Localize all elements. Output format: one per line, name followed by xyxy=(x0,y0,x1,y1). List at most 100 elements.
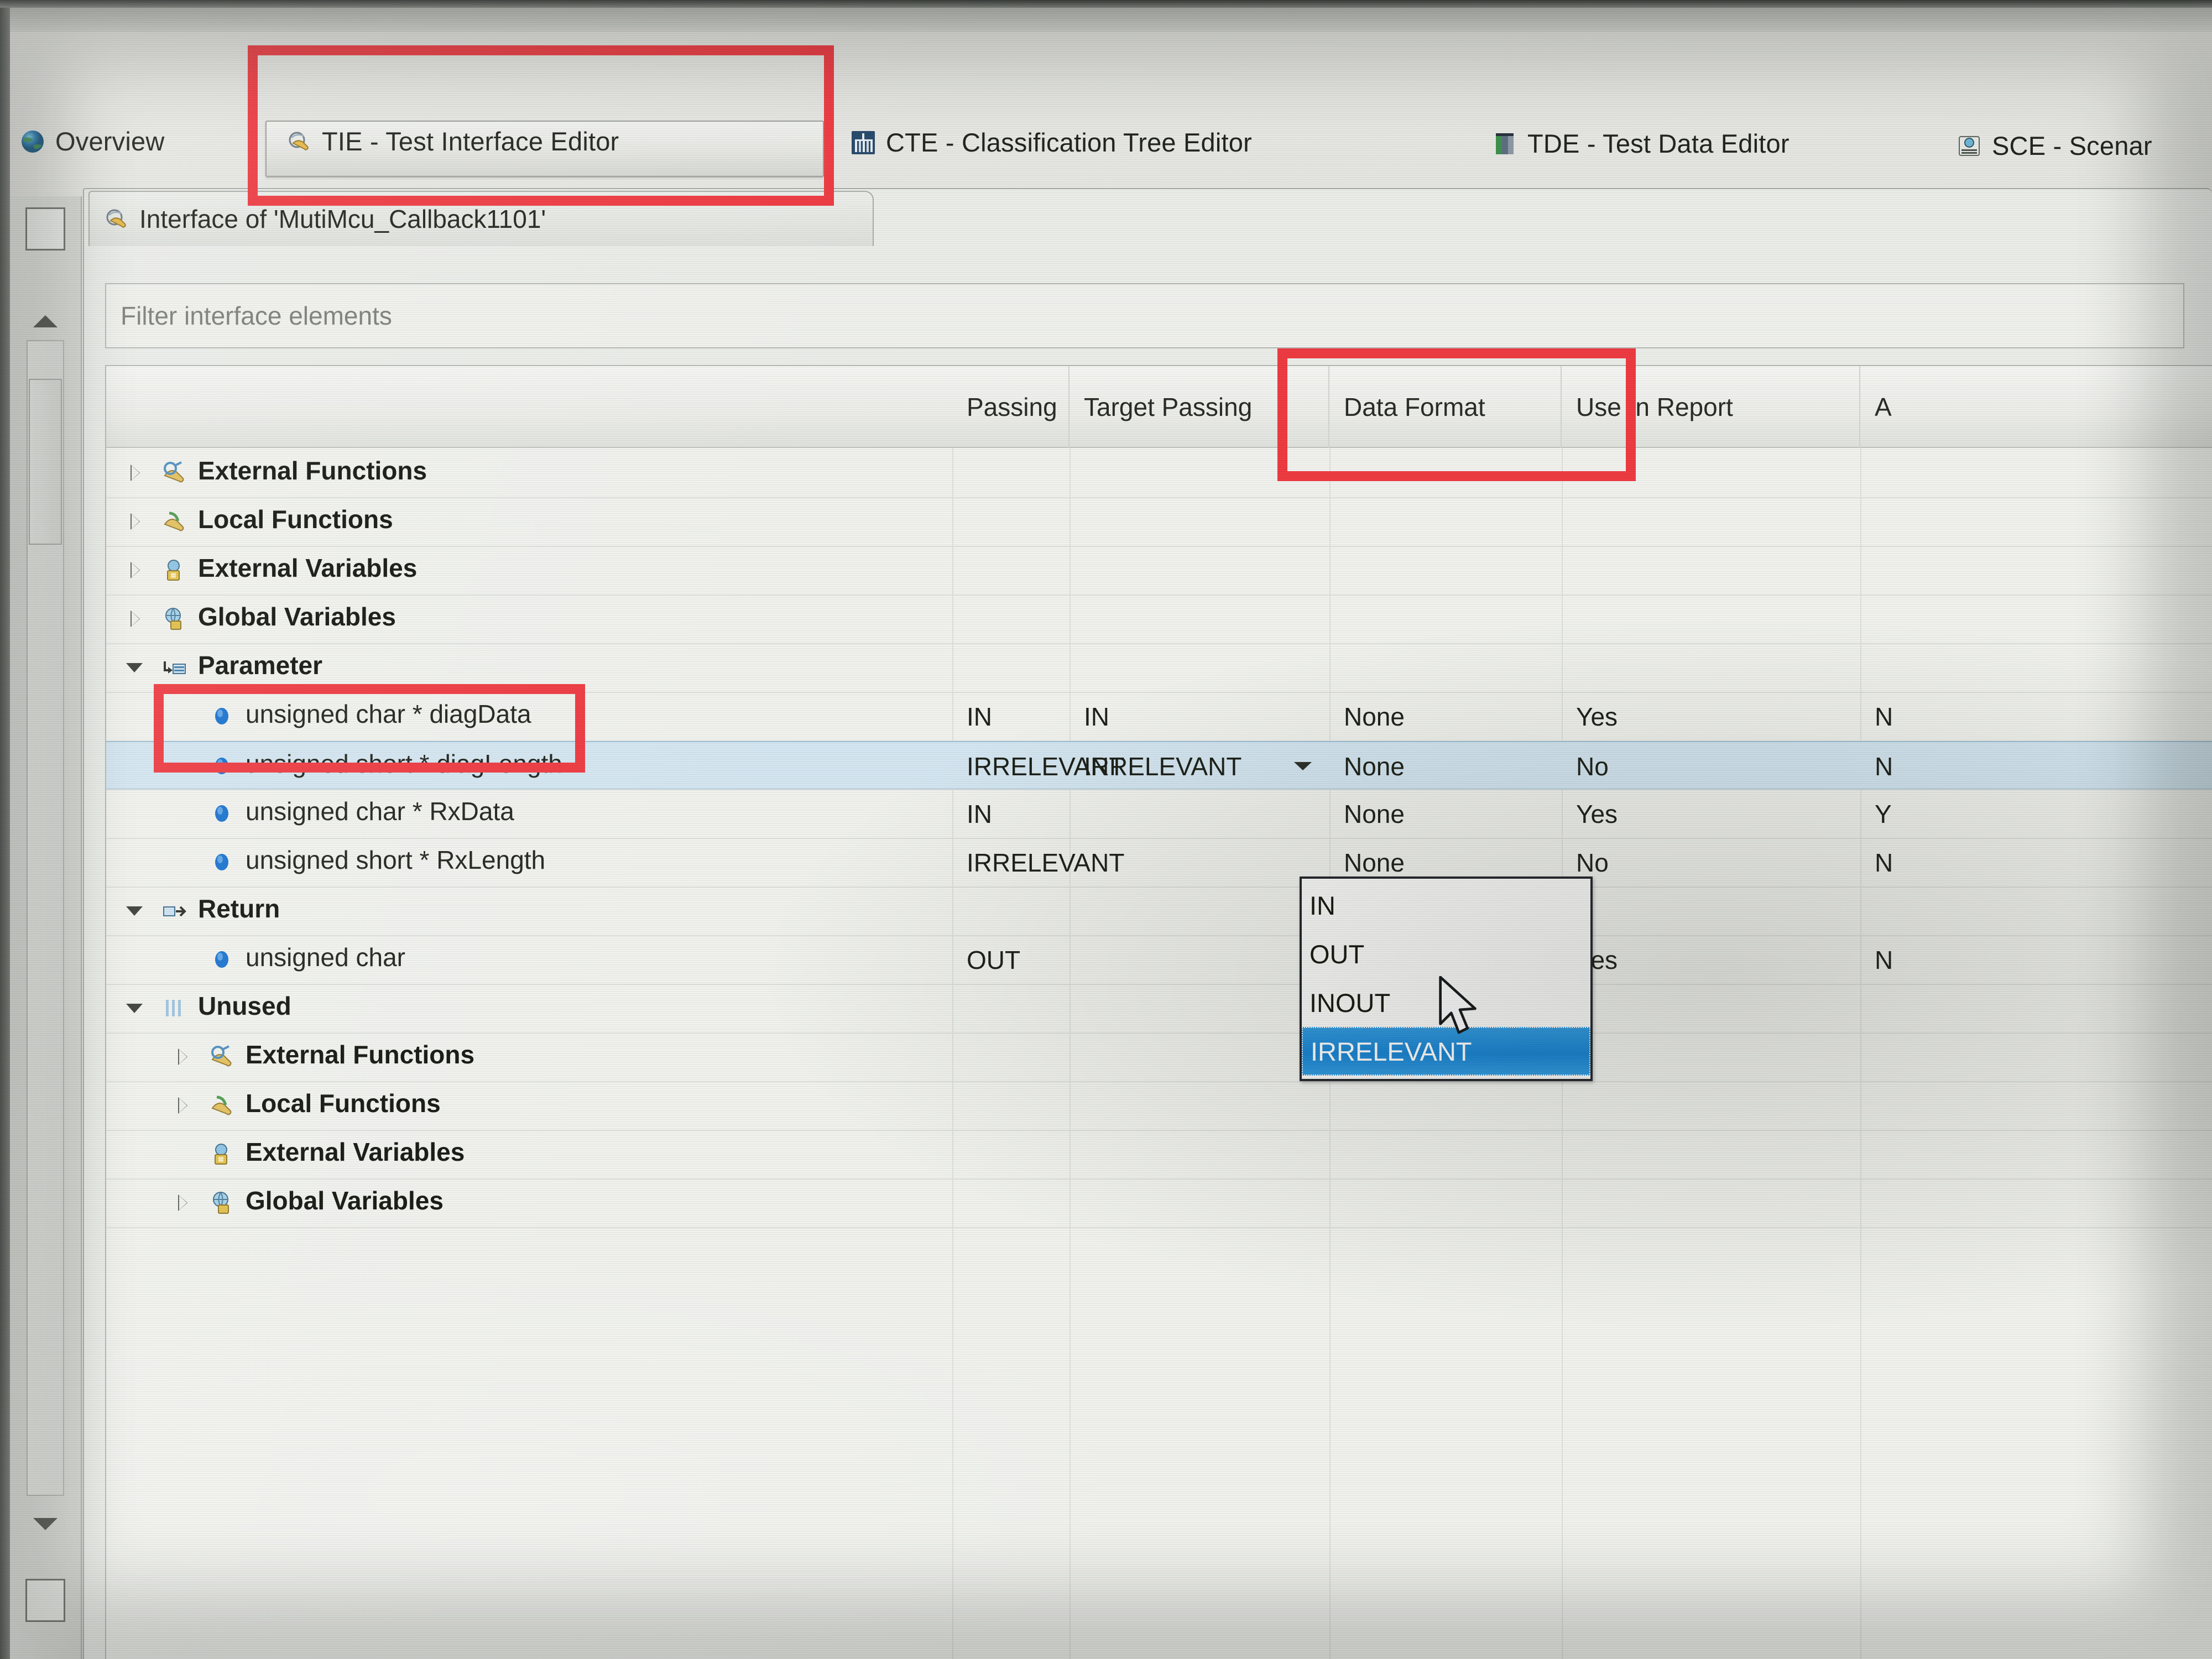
column-header-passing[interactable]: Passing xyxy=(952,366,1070,448)
tree-group-row[interactable]: External Functions xyxy=(106,449,2212,498)
cell-extra[interactable] xyxy=(1860,1033,2212,1082)
tab-tde[interactable]: TDE - Test Data Editor xyxy=(1492,128,1790,159)
cell-target-passing[interactable] xyxy=(1070,984,1329,1033)
cell-target-passing[interactable] xyxy=(1070,1130,1329,1179)
cell-extra[interactable] xyxy=(1860,1179,2212,1228)
cell-use-in-report[interactable] xyxy=(1562,595,1860,644)
tree-leaf-row[interactable]: unsigned char * RxData IN None Yes Y xyxy=(106,790,2212,838)
collapse-arrow-icon[interactable] xyxy=(174,1047,192,1066)
cell-use-in-report[interactable] xyxy=(1562,1082,1860,1130)
cell-target-passing[interactable] xyxy=(1070,1033,1329,1082)
cell-passing[interactable] xyxy=(952,887,1070,936)
cell-use-in-report[interactable] xyxy=(1562,644,1860,692)
cell-passing[interactable]: IRRELEVANT xyxy=(952,742,1124,791)
cell-extra[interactable] xyxy=(1860,1130,2212,1179)
expand-arrow-icon[interactable] xyxy=(126,658,145,677)
cell-data-format[interactable]: None xyxy=(1329,790,1562,838)
tree-leaf-row[interactable]: unsigned short * RxLength IRRELEVANT None N… xyxy=(106,838,2212,887)
cell-extra[interactable] xyxy=(1860,887,2212,936)
cell-data-format[interactable]: None xyxy=(1329,742,1562,791)
cell-use-in-report[interactable] xyxy=(1562,498,1860,546)
cell-use-in-report[interactable]: Yes xyxy=(1562,936,1860,984)
cell-passing[interactable] xyxy=(952,1179,1070,1228)
cell-use-in-report[interactable]: No xyxy=(1562,838,1860,887)
cell-extra[interactable] xyxy=(1860,449,2212,498)
cell-data-format[interactable] xyxy=(1329,644,1562,692)
tree-group-row[interactable]: External Variables xyxy=(106,1130,2212,1179)
cell-extra[interactable] xyxy=(1860,595,2212,644)
cell-data-format[interactable] xyxy=(1329,498,1562,546)
cell-data-format[interactable] xyxy=(1329,546,1562,595)
scroll-up-arrow[interactable] xyxy=(33,315,58,327)
cell-use-in-report[interactable] xyxy=(1562,984,1860,1033)
cell-passing[interactable]: OUT xyxy=(952,936,1070,984)
cell-data-format[interactable] xyxy=(1329,1179,1562,1228)
scroll-down-arrow[interactable] xyxy=(33,1518,58,1530)
cell-target-passing[interactable] xyxy=(1070,546,1329,595)
dropdown-option-out[interactable]: OUT xyxy=(1302,930,1590,978)
cell-data-format[interactable] xyxy=(1329,1082,1562,1130)
cell-passing[interactable] xyxy=(952,1130,1070,1179)
cell-target-passing[interactable] xyxy=(1070,498,1329,546)
collapse-arrow-icon[interactable] xyxy=(174,1193,192,1212)
cell-use-in-report[interactable]: No xyxy=(1562,742,1860,791)
cell-target-passing[interactable] xyxy=(1070,838,1329,887)
cell-extra[interactable] xyxy=(1860,546,2212,595)
tab-sce[interactable]: SCE - Scenar xyxy=(1957,131,2152,161)
cell-use-in-report[interactable] xyxy=(1562,1033,1860,1082)
cell-passing[interactable]: IN xyxy=(952,790,1070,838)
cell-target-passing[interactable] xyxy=(1070,790,1329,838)
cell-extra[interactable]: N xyxy=(1860,936,2212,984)
cell-target-passing[interactable] xyxy=(1070,595,1329,644)
tree-group-row[interactable]: Return xyxy=(106,887,2212,936)
cell-target-passing[interactable] xyxy=(1070,887,1329,936)
cell-data-format[interactable] xyxy=(1329,595,1562,644)
cell-passing[interactable] xyxy=(952,984,1070,1033)
tab-cte[interactable]: CTE - Classification Tree Editor xyxy=(851,127,1252,158)
tree-group-row[interactable]: Global Variables xyxy=(106,1179,2212,1228)
cell-data-format[interactable]: None xyxy=(1329,692,1562,741)
cell-use-in-report[interactable] xyxy=(1562,887,1860,936)
collapse-arrow-icon[interactable] xyxy=(126,463,145,482)
collapse-arrow-icon[interactable] xyxy=(174,1096,192,1115)
vertical-scrollbar-thumb[interactable] xyxy=(29,379,62,545)
column-header-extra[interactable]: A xyxy=(1860,366,2212,448)
tree-group-row[interactable]: Unused xyxy=(106,984,2212,1033)
cell-passing[interactable] xyxy=(952,644,1070,692)
cell-extra[interactable] xyxy=(1860,1082,2212,1130)
cell-extra[interactable]: N xyxy=(1860,838,2212,887)
column-header-name[interactable] xyxy=(106,366,952,448)
cell-passing[interactable] xyxy=(952,498,1070,546)
cell-use-in-report[interactable]: Yes xyxy=(1562,790,1860,838)
cell-use-in-report[interactable] xyxy=(1562,1130,1860,1179)
cell-target-passing[interactable]: IN xyxy=(1070,692,1329,741)
cell-extra[interactable] xyxy=(1860,984,2212,1033)
collapse-arrow-icon[interactable] xyxy=(126,609,145,628)
tree-group-row[interactable]: Global Variables xyxy=(106,595,2212,644)
combo-dropdown-arrow-icon[interactable] xyxy=(1291,753,1315,778)
tree-group-row[interactable]: External Variables xyxy=(106,546,2212,595)
cell-use-in-report[interactable]: Yes xyxy=(1562,692,1860,741)
cell-use-in-report[interactable] xyxy=(1562,1179,1860,1228)
cell-extra[interactable]: Y xyxy=(1860,790,2212,838)
cell-target-passing[interactable] xyxy=(1070,1179,1329,1228)
tree-leaf-row[interactable]: unsigned charOUTNoneYesN xyxy=(106,936,2212,984)
filter-input[interactable]: Filter interface elements xyxy=(105,283,2184,348)
cell-extra[interactable] xyxy=(1860,498,2212,546)
cell-extra[interactable]: N xyxy=(1860,692,2212,741)
cell-extra[interactable] xyxy=(1860,644,2212,692)
cell-passing[interactable] xyxy=(952,1033,1070,1082)
expand-arrow-icon[interactable] xyxy=(126,901,145,920)
tree-group-row[interactable]: Local Functions xyxy=(106,1082,2212,1130)
cell-target-passing[interactable] xyxy=(1070,936,1329,984)
tab-overview[interactable]: Overview xyxy=(20,126,164,156)
cell-use-in-report[interactable] xyxy=(1562,546,1860,595)
collapse-arrow-icon[interactable] xyxy=(126,512,145,531)
cell-extra[interactable]: N xyxy=(1860,742,2212,791)
cell-target-passing[interactable] xyxy=(1070,644,1329,692)
cell-passing[interactable]: IN xyxy=(952,692,1070,741)
dropdown-option-in[interactable]: IN xyxy=(1302,881,1590,930)
restore-view-button[interactable] xyxy=(25,207,65,251)
view-menu-button[interactable] xyxy=(25,1579,65,1622)
cell-passing[interactable] xyxy=(952,449,1070,498)
